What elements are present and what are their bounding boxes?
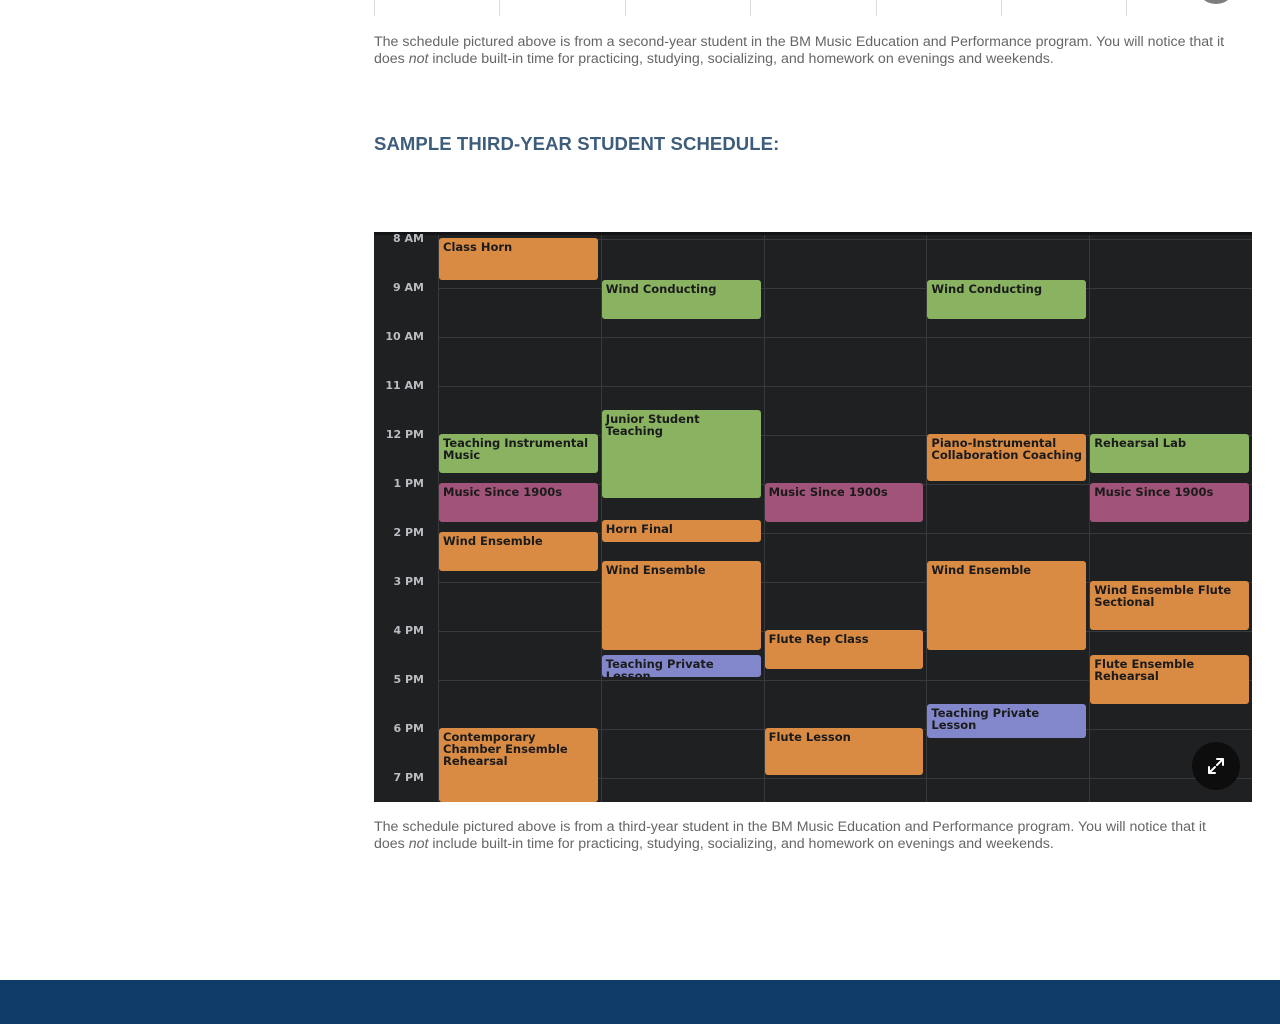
second-year-caption: The schedule pictured above is from a se… <box>374 34 1234 68</box>
schedule-event: Wind Ensemble <box>927 561 1087 650</box>
caption-text: include built-in time for practicing, st… <box>428 836 1054 852</box>
previous-image-expand-button[interactable] <box>1196 0 1236 4</box>
time-label: 2 PM <box>393 526 425 539</box>
schedule-event: Junior Student Teaching <box>601 409 761 498</box>
schedule-event: Wind Ensemble <box>439 532 598 572</box>
schedule-event: Contemporary Chamber Ensemble Rehearsal <box>439 728 598 802</box>
grid-line <box>625 0 626 16</box>
third-year-schedule-image: 8 AM 9 AM 10 AM 11 AM 12 PM 1 PM 2 PM 3 PM 4 PM 5… <box>374 232 1252 802</box>
schedule-event: Teaching Private Lesson <box>927 703 1087 738</box>
time-label: 10 AM <box>385 330 424 343</box>
time-label: 12 PM <box>385 428 424 441</box>
third-year-caption: The schedule pictured above is from a th… <box>374 819 1234 853</box>
day-column-divider <box>601 235 602 802</box>
schedule-event: Flute Rep Class <box>764 630 924 670</box>
time-label: 3 PM <box>393 575 425 588</box>
hour-gridline <box>438 337 1252 338</box>
caption-text: include built-in time for practicing, st… <box>428 51 1054 67</box>
time-label: 4 PM <box>393 624 425 637</box>
schedule-event: Music Since 1900s <box>439 483 598 523</box>
schedule-event: Class Horn <box>439 238 598 280</box>
grid-line <box>499 0 500 16</box>
expand-arrows-icon <box>1208 758 1224 774</box>
time-label: 11 AM <box>385 379 424 392</box>
schedule-event: Piano-Instrumental Collaboration Coachin… <box>927 434 1087 481</box>
schedule-event: Horn Final <box>601 519 761 542</box>
grid-line <box>876 0 877 16</box>
hour-gridline <box>438 288 1252 289</box>
caption-emphasis: not <box>408 51 429 67</box>
time-label: 1 PM <box>393 477 425 490</box>
time-label: 8 AM <box>393 232 424 245</box>
expand-image-button[interactable] <box>1192 742 1240 790</box>
time-label: 9 AM <box>393 281 424 294</box>
schedule-event: Wind Conducting <box>601 279 761 319</box>
schedule-event: Teaching Private Lesson <box>601 654 761 677</box>
schedule-event: Flute Ensemble Rehearsal <box>1090 654 1249 704</box>
grid-line <box>1126 0 1127 16</box>
schedule-event: Wind Ensemble <box>601 561 761 650</box>
time-label: 5 PM <box>393 673 425 686</box>
previous-schedule-image-bottom <box>374 0 1252 16</box>
caption-emphasis: not <box>408 836 429 852</box>
schedule-event: Flute Lesson <box>764 728 924 775</box>
site-footer <box>0 980 1280 1024</box>
calendar-top-border <box>374 232 1252 235</box>
grid-line <box>1001 0 1002 16</box>
time-label: 7 PM <box>393 771 425 784</box>
schedule-event: Wind Conducting <box>927 279 1087 319</box>
schedule-event: Music Since 1900s <box>1090 483 1249 523</box>
schedule-event: Wind Ensemble Flute Sectional <box>1090 581 1249 630</box>
schedule-event: Rehearsal Lab <box>1090 434 1249 474</box>
hour-gridline <box>438 386 1252 387</box>
grid-line <box>374 0 375 16</box>
schedule-event: Music Since 1900s <box>764 483 924 523</box>
schedule-event: Teaching Instrumental Music <box>439 434 598 474</box>
time-label: 6 PM <box>393 722 425 735</box>
section-heading: SAMPLE THIRD-YEAR STUDENT SCHEDULE: <box>374 133 780 154</box>
grid-line <box>750 0 751 16</box>
